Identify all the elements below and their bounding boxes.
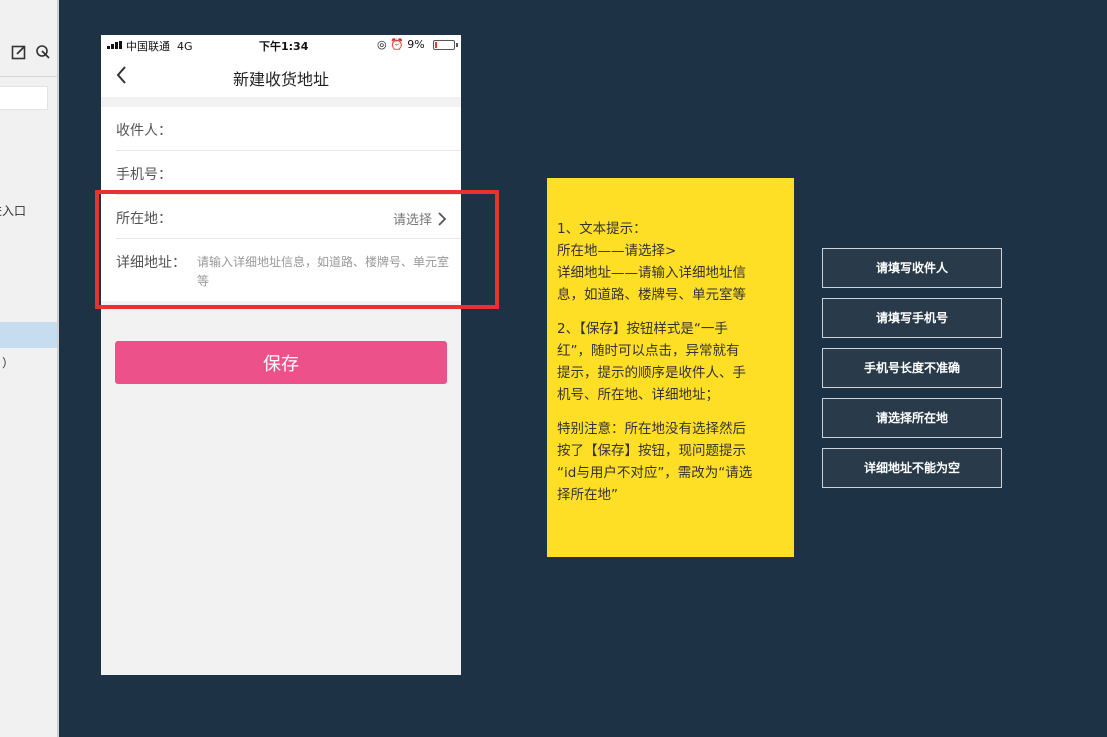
- annotation-note: 1、文本提示： 所在地——请选择> 详细地址——请输入详细地址信 息，如道路、楼…: [547, 178, 794, 557]
- battery-icon: [433, 40, 458, 50]
- phone-row: 手机号：: [101, 151, 461, 195]
- note-line: 息，如道路、楼牌号、单元室等: [557, 287, 746, 303]
- note-line: 红”，随时可以点击，异常就有: [557, 343, 740, 359]
- msg-phone-length-invalid: 手机号长度不准确: [822, 348, 1002, 388]
- sidebar-item-selected[interactable]: [0, 322, 57, 348]
- msg-fill-phone: 请填写手机号: [822, 298, 1002, 338]
- note-paragraph-special-notice: 特别注意：所在地没有选择然后 按了【保存】按钮，现问题提示 “id与用户不对应”…: [557, 418, 786, 506]
- msg-address-required: 详细地址不能为空: [822, 448, 1002, 488]
- sidebar-search-input[interactable]: [0, 86, 48, 110]
- recipient-label: 收件人：: [116, 123, 172, 139]
- note-line: 特别注意：所在地没有选择然后: [557, 421, 746, 437]
- save-button[interactable]: 保存: [115, 341, 447, 384]
- note-line: 所在地——请选择>: [557, 243, 677, 259]
- msg-select-location: 请选择所在地: [822, 398, 1002, 438]
- phone-input[interactable]: [181, 161, 446, 185]
- signal-icon: [107, 41, 122, 49]
- note-line: 提示，提示的顺序是收件人、手: [557, 365, 746, 381]
- nav-bar: 新建收货地址: [101, 55, 461, 97]
- note-paragraph-text-hints: 1、文本提示： 所在地——请选择> 详细地址——请输入详细地址信 息，如道路、楼…: [557, 218, 786, 306]
- sidebar-divider: [0, 76, 57, 77]
- page-title: 新建收货地址: [232, 70, 329, 89]
- recipient-input[interactable]: [181, 117, 446, 141]
- status-time: 下午1:34: [259, 40, 309, 53]
- status-icons: ◎ ⏰ 9%: [377, 38, 425, 51]
- sidebar-item-entry[interactable]: 进入口: [0, 202, 26, 219]
- note-line: 择所在地”: [557, 487, 618, 503]
- phone-label: 手机号：: [116, 167, 172, 183]
- note-paragraph-save-button: 2、【保存】按钮样式是“一手 红”，随时可以点击，异常就有 提示，提示的顺序是收…: [557, 318, 786, 406]
- status-bar: 中国联通 4G 下午1:34 ◎ ⏰ 9%: [101, 35, 461, 55]
- note-line: 机号、所在地、详细地址；: [557, 387, 719, 403]
- recipient-row: 收件人：: [101, 107, 461, 151]
- msg-fill-recipient: 请填写收件人: [822, 248, 1002, 288]
- edit-icon[interactable]: [11, 44, 27, 60]
- carrier-network: 中国联通 4G: [126, 40, 193, 53]
- locate-icon[interactable]: [35, 44, 51, 60]
- note-line: “id与用户不对应”，需改为“请选: [557, 465, 753, 481]
- left-sidebar: 进入口 ）: [0, 0, 59, 737]
- highlight-box: [95, 190, 499, 309]
- phone-mockup: 中国联通 4G 下午1:34 ◎ ⏰ 9% 新建收货地址 收件人： 手机号： 所…: [101, 35, 461, 675]
- note-line: 按了【保存】按钮，现问题提示: [557, 443, 746, 459]
- sidebar-item-paren[interactable]: ）: [2, 354, 14, 371]
- note-line: 2、【保存】按钮样式是“一手: [557, 321, 728, 337]
- note-line: 详细地址——请输入详细地址信: [557, 265, 746, 281]
- note-line: 1、文本提示：: [557, 221, 647, 237]
